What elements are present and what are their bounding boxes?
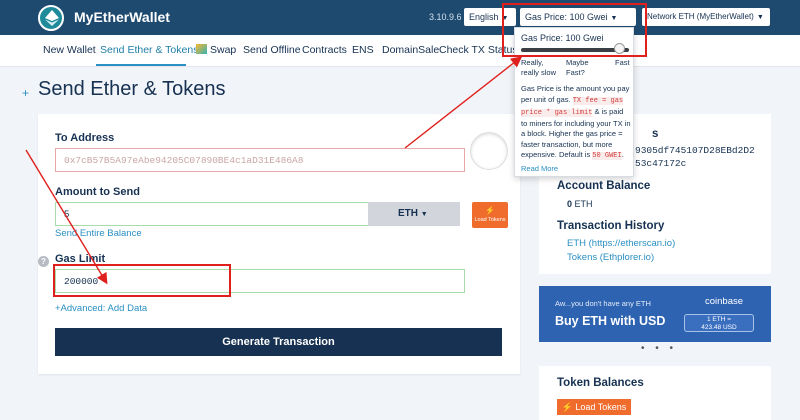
balance-unit: ETH (574, 199, 593, 209)
page-title: Send Ether & Tokens (38, 78, 226, 100)
currency-value: ETH (398, 208, 418, 219)
nav-ens[interactable]: ENS (352, 44, 374, 56)
desc-part3: . (621, 150, 624, 160)
coinbase-banner[interactable]: Aw...you don't have any ETH Buy ETH with… (539, 286, 771, 342)
top-header: MyEtherWallet 3.10.9.6 English ▼ Gas Pric… (0, 0, 800, 35)
coinbase-headline: Buy ETH with USD (555, 314, 666, 328)
advanced-add-data-link[interactable]: +Advanced: Add Data (55, 303, 147, 314)
generate-transaction-button[interactable]: Generate Transaction (55, 328, 502, 356)
lightning-icon: ⚡ (485, 206, 495, 215)
swap-icon (196, 44, 207, 54)
network-dropdown[interactable]: Network ETH (MyEtherWallet) ▼ (642, 8, 770, 26)
nav-send-offline[interactable]: Send Offline (243, 44, 301, 56)
read-more-link[interactable]: Read More (521, 164, 558, 173)
gas-price-description: Gas Price is the amount you pay per unit… (521, 84, 631, 162)
ethplorer-link[interactable]: Tokens (Ethplorer.io) (567, 252, 654, 263)
transaction-history-label: Transaction History (557, 220, 665, 232)
slider-label-slow: Really, really slow (521, 58, 557, 77)
carousel-dots[interactable]: • • • (641, 343, 677, 354)
nav-send-ether-tokens[interactable]: Send Ether & Tokens (100, 44, 198, 56)
balance-display: 0 ETH (567, 199, 593, 209)
account-balance-label: Account Balance (557, 180, 651, 192)
to-address-input[interactable]: 0x7cB57B5A97eAbe94205C07890BE4c1aD31E486… (55, 148, 465, 172)
main-nav: New Wallet Send Ether & Tokens Swap Send… (0, 35, 800, 67)
token-balances-card: Token Balances ⚡ Load Tokens (539, 366, 771, 420)
send-entire-balance-link[interactable]: Send Entire Balance (55, 228, 142, 239)
nav-active-indicator (96, 64, 186, 66)
nav-contracts[interactable]: Contracts (302, 44, 347, 56)
load-tokens-button[interactable]: ⚡ Load Tokens (557, 399, 631, 415)
language-value: English (469, 12, 499, 22)
slider-label-maybe: Maybe Fast? (566, 58, 589, 77)
etherscan-link[interactable]: ETH (https://etherscan.io) (567, 238, 675, 249)
amount-label: Amount to Send (55, 186, 140, 198)
help-icon[interactable]: ? (38, 256, 49, 267)
myetherwallet-logo-icon[interactable] (38, 5, 64, 31)
load-tokens-small-label: Load Tokens (474, 216, 506, 223)
nav-swap-label: Swap (210, 44, 237, 56)
token-balances-label: Token Balances (557, 377, 644, 389)
load-tokens-small-button[interactable]: ⚡ Load Tokens (472, 202, 508, 228)
load-tokens-label: Load Tokens (575, 402, 627, 412)
network-value: Network ETH (MyEtherWallet) (647, 12, 754, 21)
annotation-highlight-gas-limit (53, 264, 231, 297)
annotation-highlight-gas-price (502, 3, 647, 57)
amount-input[interactable]: 5 (55, 202, 369, 226)
balance-value: 0 (567, 199, 573, 209)
currency-select[interactable]: ETH ▼ (368, 202, 460, 226)
address-identicon (470, 132, 508, 170)
nav-new-wallet[interactable]: New Wallet (43, 44, 96, 56)
coinbase-rate-badge: 1 ETH = 423.48 USD (684, 314, 754, 332)
coinbase-brand: coinbase (705, 296, 744, 307)
coinbase-subtext: Aw...you don't have any ETH (555, 299, 651, 308)
default-gwei-code: 50 GWEI (592, 152, 622, 161)
address-label-fragment: s (652, 128, 659, 140)
wallet-address-line1: 9305df745107D28EBd2D2 (635, 145, 755, 156)
expand-plus-icon[interactable]: + (22, 86, 29, 100)
version-label: 3.10.9.6 (429, 12, 462, 22)
nav-domainsale[interactable]: DomainSale (382, 44, 439, 56)
lightning-icon: ⚡ (561, 402, 573, 412)
slider-label-fast: Fast (615, 58, 630, 67)
to-address-label: To Address (55, 132, 115, 144)
nav-swap[interactable]: Swap (196, 44, 236, 56)
chevron-down-icon: ▼ (420, 211, 428, 218)
coinbase-rate-line1: 1 ETH = (706, 316, 732, 323)
brand-name[interactable]: MyEtherWallet (74, 9, 170, 25)
wallet-address-line2: 53c47172c (635, 158, 687, 169)
send-form-card: To Address 0x7cB57B5A97eAbe94205C07890BE… (38, 114, 520, 374)
chevron-down-icon: ▼ (756, 14, 764, 21)
coinbase-rate-line2: 423.48 USD (701, 324, 737, 331)
